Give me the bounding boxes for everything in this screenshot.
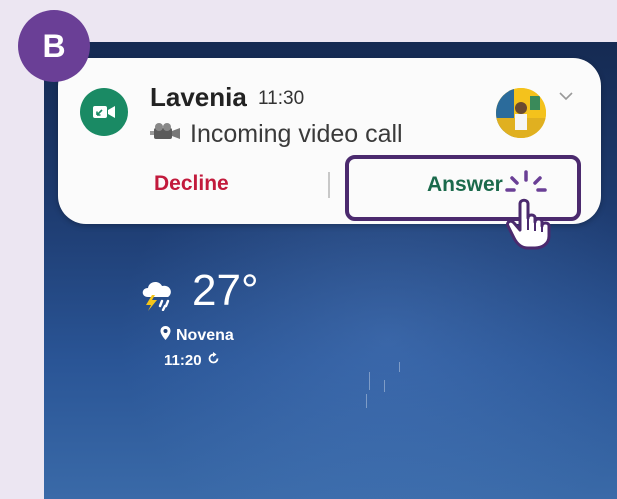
camcorder-icon (150, 120, 182, 149)
step-badge: B (18, 10, 90, 82)
video-call-icon (80, 88, 128, 136)
storm-icon (138, 275, 180, 316)
weather-location[interactable]: Novena (160, 326, 234, 345)
location-pin-icon (160, 326, 171, 345)
updated-time: 11:20 (164, 352, 202, 369)
chevron-down-icon[interactable] (558, 88, 574, 106)
button-divider (328, 172, 330, 198)
refresh-icon[interactable] (207, 352, 220, 369)
call-subtitle-text: Incoming video call (190, 120, 403, 148)
weather-updated[interactable]: 11:20 (164, 352, 220, 369)
location-name: Novena (176, 326, 234, 344)
tap-hand-icon (502, 168, 568, 255)
temperature: 27° (192, 266, 259, 315)
call-subtitle: Incoming video call (150, 120, 403, 149)
answer-button[interactable]: Answer (427, 173, 503, 197)
decline-button[interactable]: Decline (154, 172, 229, 196)
notification-time: 11:30 (258, 88, 305, 109)
caller-name: Lavenia (150, 82, 247, 112)
avatar (496, 88, 546, 138)
